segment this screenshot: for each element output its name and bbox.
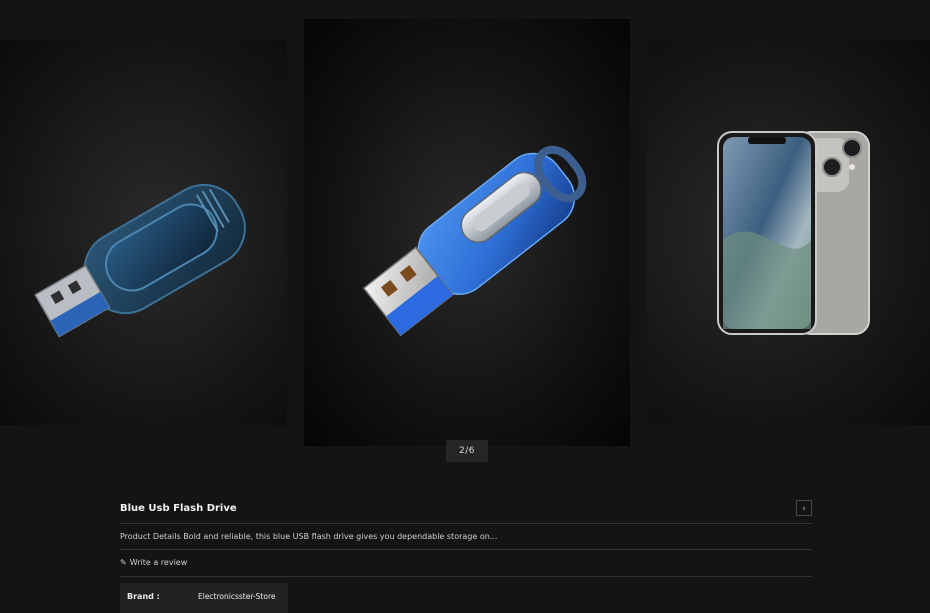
smartphone-image [717, 131, 870, 335]
next-product-button[interactable]: › [796, 500, 812, 516]
product-description: Product Details Bold and reliable, this … [120, 524, 812, 550]
product-attributes: Brand : Electronicsster-Store [120, 583, 288, 613]
write-review-link[interactable]: ✎ Write a review [120, 550, 812, 577]
usb-flash-drive-image [362, 145, 587, 337]
carousel-slide-next[interactable] [647, 40, 930, 425]
slide-counter: 2/6 [446, 440, 488, 462]
carousel-slide-current[interactable] [304, 19, 630, 446]
usb-drive-dark-image [34, 183, 246, 338]
product-info: Blue Usb Flash Drive › Product Details B… [120, 498, 812, 613]
write-review-label: Write a review [129, 558, 188, 567]
pencil-icon: ✎ [120, 558, 127, 567]
carousel-slide-previous[interactable] [0, 40, 287, 425]
product-title-row: Blue Usb Flash Drive › [120, 498, 812, 524]
chevron-right-icon: › [802, 504, 806, 514]
product-title: Blue Usb Flash Drive [120, 503, 237, 514]
